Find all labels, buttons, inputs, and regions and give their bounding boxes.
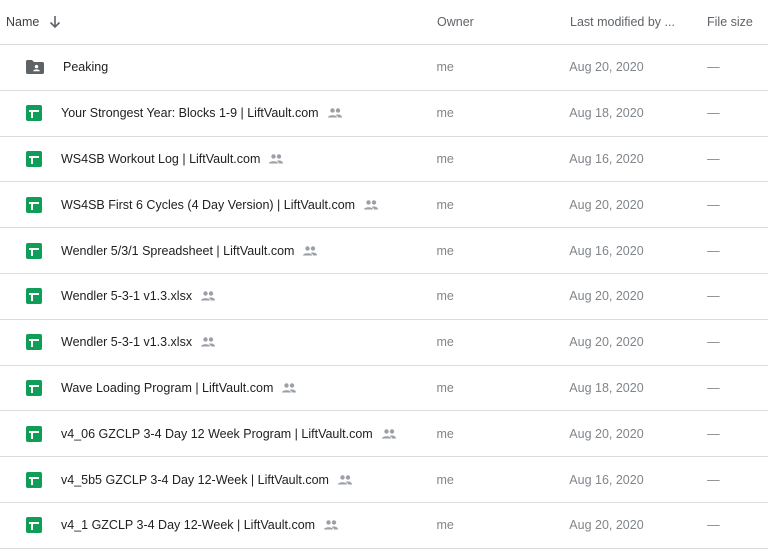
shared-people-icon [302,245,318,257]
file-owner: me [436,518,454,533]
file-size: — [707,289,720,304]
google-sheets-icon [26,517,42,534]
file-last-modified: Aug 16, 2020 [569,472,644,487]
file-name: v4_1 GZCLP 3-4 Day 12-Week | LiftVault.c… [61,518,316,533]
file-name-cell: WS4SB Workout Log | LiftVault.com [0,150,436,167]
file-list: Name Owner Last modified by ... File siz… [0,0,768,549]
file-rows: Peaking me Aug 20, 2020 — Your Strongest… [0,45,768,549]
file-name: WS4SB First 6 Cycles (4 Day Version) | L… [61,197,356,212]
file-name-cell: WS4SB First 6 Cycles (4 Day Version) | L… [0,196,436,213]
file-owner: me [436,243,454,258]
file-last-modified: Aug 20, 2020 [569,197,644,212]
file-name-cell: v4_06 GZCLP 3-4 Day 12 Week Program | Li… [0,425,436,442]
arrow-down-icon[interactable] [49,15,61,29]
file-row[interactable]: v4_5b5 GZCLP 3-4 Day 12-Week | LiftVault… [0,457,768,503]
file-owner: me [436,380,454,395]
google-sheets-icon [26,471,42,488]
google-sheets-icon [26,105,42,122]
file-last-modified: Aug 18, 2020 [569,106,644,121]
file-size: — [707,60,720,75]
file-row[interactable]: Wendler 5/3/1 Spreadsheet | LiftVault.co… [0,228,768,274]
file-name-cell: Wendler 5/3/1 Spreadsheet | LiftVault.co… [0,242,436,259]
file-name-cell: Wendler 5-3-1 v1.3.xlsx [0,334,436,351]
file-name-cell: v4_1 GZCLP 3-4 Day 12-Week | LiftVault.c… [0,517,436,534]
file-name: Peaking [63,60,109,75]
file-name-cell: Wave Loading Program | LiftVault.com [0,379,436,396]
file-name: Wendler 5-3-1 v1.3.xlsx [61,289,193,304]
file-size: — [707,472,720,487]
shared-people-icon [200,336,216,348]
name-column-header[interactable]: Name [0,15,437,29]
file-size: — [707,518,720,533]
file-last-modified: Aug 16, 2020 [569,243,644,258]
shared-people-icon [323,519,339,531]
shared-people-icon [327,107,343,119]
google-sheets-icon [26,242,42,259]
last-modified-column-header[interactable]: Last modified by ... [570,15,707,29]
folder-shared-icon [26,59,44,75]
shared-people-icon [363,199,379,211]
shared-people-icon [337,474,353,486]
google-sheets-icon [26,425,42,442]
file-size: — [707,335,720,350]
google-sheets-icon [26,334,42,351]
file-owner: me [436,106,454,121]
file-owner: me [436,197,454,212]
file-last-modified: Aug 20, 2020 [569,60,644,75]
file-last-modified: Aug 16, 2020 [569,151,644,166]
file-size-column-header[interactable]: File size [707,15,768,29]
file-last-modified: Aug 18, 2020 [569,380,644,395]
file-name: Your Strongest Year: Blocks 1-9 | LiftVa… [61,106,319,121]
file-name-cell: Peaking [0,59,436,75]
shared-people-icon [200,290,216,302]
file-name-cell: v4_5b5 GZCLP 3-4 Day 12-Week | LiftVault… [0,471,436,488]
file-size: — [707,151,720,166]
file-row[interactable]: v4_06 GZCLP 3-4 Day 12 Week Program | Li… [0,411,768,458]
file-row[interactable]: Wave Loading Program | LiftVault.com me … [0,366,768,412]
file-name: Wendler 5-3-1 v1.3.xlsx [61,335,193,350]
google-sheets-icon [26,379,42,396]
file-owner: me [436,289,454,304]
file-owner: me [436,60,454,75]
google-sheets-icon [26,150,42,167]
owner-column-header[interactable]: Owner [437,15,570,29]
file-row[interactable]: WS4SB First 6 Cycles (4 Day Version) | L… [0,182,768,229]
file-row[interactable]: Your Strongest Year: Blocks 1-9 | LiftVa… [0,91,768,137]
file-owner: me [436,472,454,487]
file-size: — [707,380,720,395]
google-sheets-icon [26,196,42,213]
file-row[interactable]: Wendler 5-3-1 v1.3.xlsx me Aug 20, 2020 … [0,320,768,366]
file-size: — [707,106,720,121]
file-owner: me [436,151,454,166]
file-size: — [707,243,720,258]
shared-people-icon [281,382,297,394]
file-list-header: Name Owner Last modified by ... File siz… [0,0,768,45]
file-owner: me [436,426,454,441]
file-name-cell: Your Strongest Year: Blocks 1-9 | LiftVa… [0,105,436,122]
file-name: v4_06 GZCLP 3-4 Day 12 Week Program | Li… [61,426,373,441]
file-row[interactable]: WS4SB Workout Log | LiftVault.com me Aug… [0,137,768,183]
file-owner: me [436,335,454,350]
file-name-cell: Wendler 5-3-1 v1.3.xlsx [0,288,436,305]
file-name: v4_5b5 GZCLP 3-4 Day 12-Week | LiftVault… [61,472,329,487]
file-row[interactable]: v4_1 GZCLP 3-4 Day 12-Week | LiftVault.c… [0,503,768,549]
shared-people-icon [381,428,397,440]
file-name: WS4SB Workout Log | LiftVault.com [61,151,261,166]
file-last-modified: Aug 20, 2020 [569,335,644,350]
file-row[interactable]: Wendler 5-3-1 v1.3.xlsx me Aug 20, 2020 … [0,274,768,320]
file-size: — [707,197,720,212]
file-size: — [707,426,720,441]
file-row[interactable]: Peaking me Aug 20, 2020 — [0,45,768,91]
name-header-label: Name [6,15,40,29]
file-last-modified: Aug 20, 2020 [569,289,644,304]
file-last-modified: Aug 20, 2020 [569,518,644,533]
google-sheets-icon [26,288,42,305]
shared-people-icon [268,153,284,165]
file-name: Wave Loading Program | LiftVault.com [61,380,274,395]
file-last-modified: Aug 20, 2020 [569,426,644,441]
file-name: Wendler 5/3/1 Spreadsheet | LiftVault.co… [61,243,295,258]
